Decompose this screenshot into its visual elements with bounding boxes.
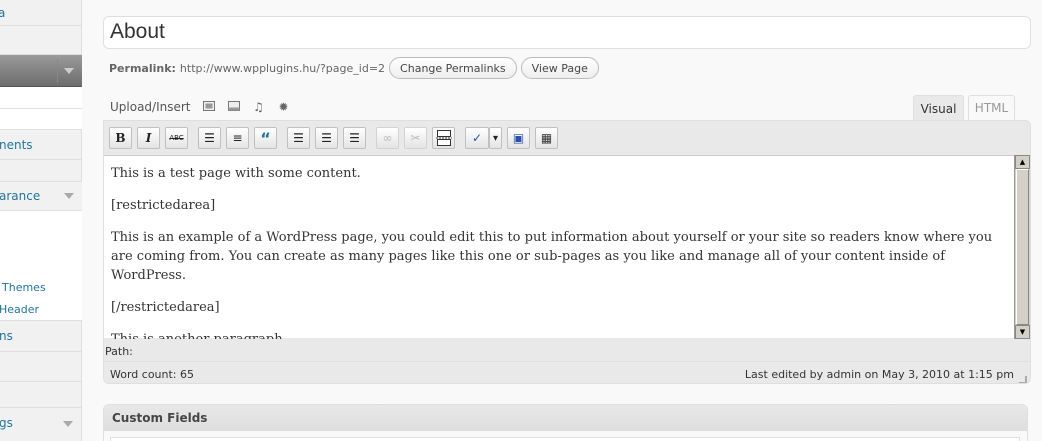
word-count: Word count: 65 [110,368,195,381]
align-left-icon[interactable]: ☰ [287,127,310,149]
chevron-down-icon[interactable] [64,68,74,74]
chevron-down-icon[interactable] [63,421,73,427]
scroll-down-icon[interactable]: ▼ [1015,325,1030,339]
tab-html[interactable]: HTML [968,95,1015,120]
content-paragraph: This is an example of a WordPress page, … [111,230,993,283]
title-input[interactable]: About [110,20,165,44]
view-page-button[interactable]: View Page [520,57,599,79]
sidebar-row [0,0,82,26]
italic-icon[interactable]: I [137,127,160,149]
strikethrough-icon[interactable]: ABC [165,127,188,149]
sidebar-divider [0,108,82,109]
editor-content[interactable]: This is a test page with some content. [… [104,155,1016,347]
chevron-down-icon[interactable] [64,193,74,199]
sidebar-subitem-header[interactable]: Header [0,303,39,316]
ordered-list-icon[interactable]: ≡ [226,127,249,149]
add-video-icon[interactable] [227,100,241,114]
add-media-icon[interactable]: ✹ [277,100,291,114]
resize-handle-icon[interactable] [1019,376,1027,383]
custom-fields-box: Custom Fields [103,404,1028,441]
upload-insert-label: Upload/Insert [110,100,191,114]
permalink-row: Permalink: http://www.wpplugins.hu/?page… [109,57,599,79]
link-icon[interactable]: ∞ [376,127,399,149]
content-paragraph: This is a test page with some content. [111,166,361,181]
content-paragraph: [restrictedarea] [111,198,216,213]
editor-status-bar: Word count: 65 Last edited by admin on M… [104,361,1030,383]
sidebar-item-comments[interactable]: nents [0,138,33,152]
more-tag-icon[interactable] [432,127,455,149]
sidebar-item-plugins[interactable]: ns [0,329,13,343]
custom-fields-body [110,437,1020,441]
change-permalinks-button[interactable]: Change Permalinks [389,57,517,79]
media-buttons: Upload/Insert ♫ ✹ [110,98,291,116]
unordered-list-icon[interactable]: ☰ [198,127,221,149]
permalink-url: http://www.wpplugins.hu/?page_id=2 [179,61,386,75]
editor-toolbar: B I ABC ☰ ≡ “ ☰ ☰ ☰ ∞ ✂ ✓ ▾ ▣ ▦ [104,121,1030,155]
sidebar-section-posts[interactable] [0,55,82,87]
sidebar-row [0,352,82,382]
sidebar-item-appearance[interactable]: arance [0,189,40,203]
unlink-icon[interactable]: ✂ [404,127,427,149]
sidebar-item-settings[interactable]: gs [0,416,13,430]
title-field[interactable]: About [103,16,1031,49]
spellcheck-icon[interactable]: ✓ [465,127,489,149]
fullscreen-icon[interactable]: ▣ [507,127,530,149]
scroll-thumb[interactable] [1016,169,1029,325]
sidebar-row [0,382,82,408]
post-editor: B I ABC ☰ ≡ “ ☰ ☰ ☰ ∞ ✂ ✓ ▾ ▣ ▦ This is … [103,120,1031,384]
tab-visual[interactable]: Visual [913,95,964,121]
kitchen-sink-icon[interactable]: ▦ [535,127,558,149]
align-center-icon[interactable]: ☰ [315,127,338,149]
sidebar-item-dashboard[interactable]: a [0,6,5,20]
bold-icon[interactable]: B [109,127,132,149]
sidebar-row [0,26,82,55]
editor-scrollbar[interactable]: ▲ ▼ [1014,155,1030,339]
spellcheck-dropdown-icon[interactable]: ▾ [489,127,502,149]
permalink-label: Permalink: [109,61,176,75]
sidebar-submenu [0,87,82,130]
path-label: Path: [105,345,133,358]
content-paragraph: [/restrictedarea] [111,300,220,315]
add-image-icon[interactable] [202,100,216,114]
sidebar-divider [57,59,58,83]
admin-sidebar: a nents arance Themes Header ns gs [0,0,82,441]
sidebar-subitem-themes[interactable]: Themes [2,281,46,294]
custom-fields-header[interactable]: Custom Fields [104,405,1027,431]
last-edited: Last edited by admin on May 3, 2010 at 1… [744,368,1014,381]
scroll-up-icon[interactable]: ▲ [1015,155,1030,169]
path-bar: Path: [104,339,1030,361]
blockquote-icon[interactable]: “ [254,127,277,149]
align-right-icon[interactable]: ☰ [343,127,366,149]
add-audio-icon[interactable]: ♫ [252,100,266,114]
